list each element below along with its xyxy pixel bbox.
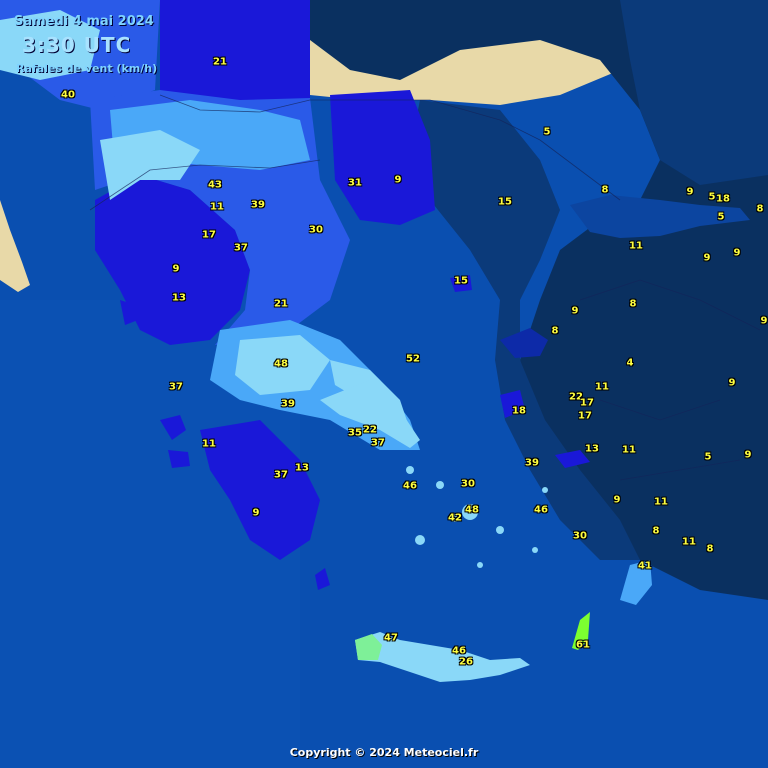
gust-label: 8	[629, 298, 637, 310]
gust-label: 22	[363, 424, 377, 436]
gust-label: 42	[448, 512, 462, 524]
gust-label: 8	[756, 203, 764, 215]
gust-label: 48	[465, 504, 479, 516]
gust-label: 37	[169, 381, 183, 393]
gust-label: 52	[406, 353, 420, 365]
gust-label: 18	[512, 405, 526, 417]
map-base	[0, 0, 768, 768]
map-date: Samedi 4 mai 2024	[14, 14, 154, 29]
map-variable: Rafales de vent (km/h)	[16, 62, 158, 75]
gust-label: 13	[295, 462, 309, 474]
gust-label: 15	[498, 196, 512, 208]
gust-label: 5	[717, 211, 725, 223]
gust-label: 9	[394, 174, 402, 186]
gust-label: 39	[525, 457, 539, 469]
gust-label: 35	[348, 427, 362, 439]
gust-label: 5	[708, 191, 716, 203]
map-time: 3:30 UTC	[22, 33, 132, 57]
gust-label: 26	[459, 656, 473, 668]
gust-label: 9	[703, 252, 711, 264]
gust-label: 46	[534, 504, 548, 516]
gust-label: 8	[652, 525, 660, 537]
gust-label: 18	[716, 193, 730, 205]
gust-label: 37	[274, 469, 288, 481]
gust-label: 9	[252, 507, 260, 519]
gust-label: 8	[706, 543, 714, 555]
gust-label: 9	[733, 247, 741, 259]
gust-label: 11	[202, 438, 216, 450]
gust-label: 39	[251, 199, 265, 211]
gust-label: 30	[573, 530, 587, 542]
gust-label: 30	[309, 224, 323, 236]
gust-label: 47	[384, 632, 398, 644]
gust-label: 9	[760, 315, 768, 327]
gust-label: 11	[682, 536, 696, 548]
gust-label: 11	[210, 201, 224, 213]
gust-label: 5	[704, 451, 712, 463]
gust-label: 31	[348, 177, 362, 189]
gust-label: 61	[576, 639, 590, 651]
gust-label: 48	[274, 358, 288, 370]
gust-label: 13	[172, 292, 186, 304]
gust-label: 15	[454, 275, 468, 287]
gust-label: 46	[403, 480, 417, 492]
gust-label: 40	[61, 89, 75, 101]
gust-label: 37	[234, 242, 248, 254]
gust-label: 43	[208, 179, 222, 191]
gust-label: 46	[452, 645, 466, 657]
gust-label: 9	[613, 494, 621, 506]
gust-label: 11	[654, 496, 668, 508]
gust-label: 8	[551, 325, 559, 337]
gust-label: 41	[638, 560, 652, 572]
gust-label: 8	[601, 184, 609, 196]
gust-label: 17	[578, 410, 592, 422]
gust-label: 9	[172, 263, 180, 275]
gust-label: 21	[213, 56, 227, 68]
gust-label: 17	[580, 397, 594, 409]
copyright-notice: Copyright © 2024 Meteociel.fr	[289, 746, 479, 759]
gust-label: 11	[629, 240, 643, 252]
gust-label: 9	[686, 186, 694, 198]
gust-label: 39	[281, 398, 295, 410]
gust-label: 21	[274, 298, 288, 310]
gust-label: 9	[728, 377, 736, 389]
gust-label: 5	[543, 126, 551, 138]
gust-label: 30	[461, 478, 475, 490]
gust-label: 37	[371, 437, 385, 449]
gust-label: 11	[622, 444, 636, 456]
gust-label: 9	[571, 305, 579, 317]
gust-label: 4	[626, 357, 634, 369]
wind-gust-map: Samedi 4 mai 2024 3:30 UTC Rafales de ve…	[0, 0, 768, 768]
gust-label: 13	[585, 443, 599, 455]
gust-label: 11	[595, 381, 609, 393]
gust-label: 17	[202, 229, 216, 241]
gust-label: 9	[744, 449, 752, 461]
